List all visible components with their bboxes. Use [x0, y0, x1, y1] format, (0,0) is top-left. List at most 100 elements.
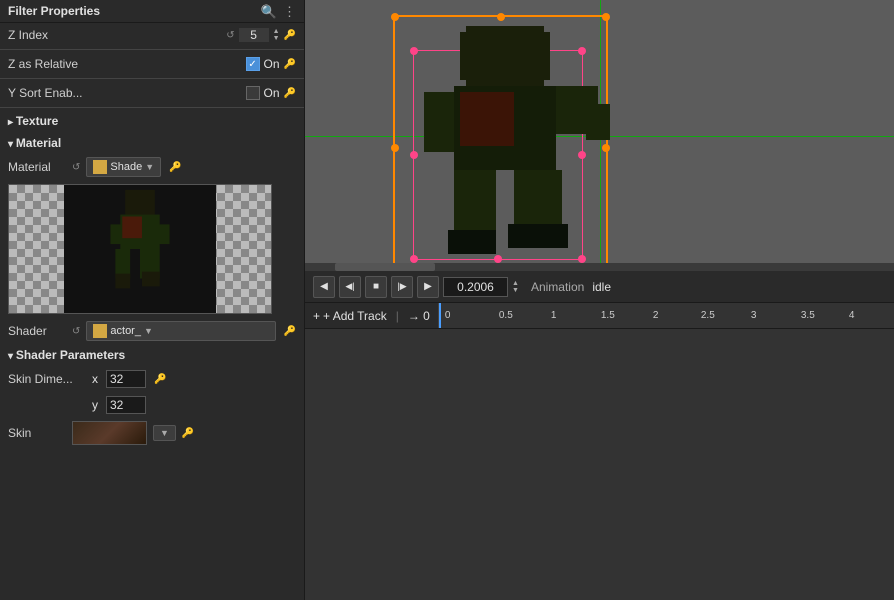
panel-header: Filter Properties 🔍 ⋮ [0, 0, 304, 23]
ruler-2-5: 2.5 [701, 310, 715, 321]
skin-key-icon[interactable]: 🔑 [182, 428, 194, 439]
shader-dropdown[interactable]: actor_ ▼ [86, 321, 275, 341]
time-up-icon[interactable]: ▲ [512, 280, 519, 287]
material-section-header[interactable]: Material [0, 132, 304, 154]
texture-label: Texture [16, 114, 58, 128]
z-index-reset-icon[interactable]: ↺ [226, 30, 234, 41]
shader-reset-icon[interactable]: ↺ [72, 326, 80, 337]
skin-dim-key-icon[interactable]: 🔑 [154, 374, 166, 385]
separator-3 [0, 107, 304, 108]
viewport-scrollbar[interactable] [305, 263, 894, 271]
skin-dim-x-input: x [92, 370, 146, 388]
anim-controls-bar: ◀ ◀| ■ |▶ ▶ ▲ ▼ Animation idle [305, 271, 894, 303]
play-button[interactable]: ▶ [417, 276, 439, 298]
viewport-canvas[interactable] [305, 0, 894, 271]
ruler-1-5: 1.5 [601, 310, 615, 321]
material-label: Material [16, 136, 61, 150]
z-index-up-icon[interactable]: ▲ [273, 28, 280, 35]
y-sort-enable-key-icon[interactable]: 🔑 [284, 88, 296, 99]
separator-1 [0, 49, 304, 50]
shader-params-label: Shader Parameters [16, 348, 125, 362]
shader-row: Shader ↺ actor_ ▼ 🔑 [0, 318, 304, 344]
z-index-input[interactable] [239, 28, 269, 42]
z-as-relative-label: Z as Relative [8, 57, 246, 71]
add-track-button[interactable]: + + Add Track | → 0 [305, 303, 439, 328]
material-shader-icon [93, 160, 107, 174]
time-input[interactable] [443, 277, 508, 297]
z-as-relative-value: ✓ On 🔑 [246, 57, 296, 71]
shader-dropdown-arrow-icon: ▼ [144, 326, 153, 336]
z-as-relative-on-text: On [264, 57, 280, 71]
animation-name: idle [592, 280, 611, 294]
prev-frame-button[interactable]: ◀| [339, 276, 361, 298]
z-index-label: Z Index [8, 28, 226, 42]
skin-dimensions-row-y: y [0, 392, 304, 418]
material-key-icon[interactable]: 🔑 [169, 162, 181, 173]
z-as-relative-key-icon[interactable]: 🔑 [284, 59, 296, 70]
cb-unchecked-icon[interactable] [246, 86, 260, 100]
texture-center [64, 185, 216, 313]
ruler-4: 4 [849, 310, 855, 321]
plus-icon: + [313, 309, 320, 323]
ruler-2: 2 [653, 310, 659, 321]
separator-2 [0, 78, 304, 79]
handle-tl[interactable] [391, 13, 399, 21]
time-down-icon[interactable]: ▼ [512, 287, 519, 294]
z-index-spinners: ▲ ▼ [273, 28, 280, 42]
timeline-start-label: → 0 [408, 309, 430, 323]
y-sort-enable-row: Y Sort Enab... On 🔑 [0, 81, 304, 105]
skin-dim-y-field[interactable] [106, 396, 146, 414]
y-sort-enable-value: On 🔑 [246, 86, 296, 100]
skin-preview [72, 421, 147, 445]
track-separator: | [396, 309, 399, 323]
cb-checked-icon[interactable]: ✓ [246, 57, 260, 71]
settings-icon[interactable]: ⋮ [283, 5, 296, 18]
ruler-3-5: 3.5 [801, 310, 815, 321]
panel-title: Filter Properties [8, 4, 100, 18]
search-icon[interactable]: 🔍 [261, 5, 277, 18]
viewport: ◀ ◀| ■ |▶ ▶ ▲ ▼ Animation idle + + Add T… [305, 0, 894, 600]
texture-preview [8, 184, 272, 314]
ruler-0-5: 0.5 [499, 310, 513, 321]
skin-dim-label: Skin Dime... [8, 372, 88, 386]
z-as-relative-checkbox[interactable]: ✓ On [246, 57, 280, 71]
material-row: Material ↺ Shade ▼ 🔑 [0, 154, 304, 180]
character-preview-svg [64, 185, 216, 313]
skin-preview-img [73, 422, 146, 444]
shader-name: actor_ [110, 325, 141, 337]
texture-section-header[interactable]: Texture [0, 110, 304, 132]
handle-ml[interactable] [391, 144, 399, 152]
z-index-value: ↺ ▲ ▼ 🔑 [226, 28, 296, 42]
skin-dim-x-field[interactable] [106, 370, 146, 388]
timeline-header: + + Add Track | → 0 0 0.5 1 1.5 2 2. [305, 303, 894, 329]
skin-dropdown[interactable]: ▼ [153, 425, 176, 441]
material-dropdown[interactable]: Shade ▼ [86, 157, 161, 177]
z-index-row: Z Index ↺ ▲ ▼ 🔑 [0, 23, 304, 47]
x-axis-label: x [92, 372, 102, 386]
material-shader-name: Shade [110, 161, 142, 173]
animation-label: Animation [531, 280, 584, 294]
z-index-key-icon[interactable]: 🔑 [284, 30, 296, 41]
y-sort-enable-checkbox[interactable]: On [246, 86, 280, 100]
material-reset-icon[interactable]: ↺ [72, 162, 80, 173]
timeline-ruler: 0 0.5 1 1.5 2 2.5 3 3.5 4 [439, 303, 894, 328]
skin-dim-y-input: y [92, 396, 146, 414]
shader-key-icon[interactable]: 🔑 [284, 326, 296, 337]
shader-params-header[interactable]: Shader Parameters [0, 344, 304, 366]
y-sort-enable-label: Y Sort Enab... [8, 86, 246, 100]
z-as-relative-row: Z as Relative ✓ On 🔑 [0, 52, 304, 76]
prev-button[interactable]: ◀ [313, 276, 335, 298]
viewport-scrollbar-thumb[interactable] [335, 263, 435, 271]
panel-header-icons: 🔍 ⋮ [261, 5, 296, 18]
next-frame-button[interactable]: |▶ [391, 276, 413, 298]
material-dropdown-arrow-icon: ▼ [145, 162, 154, 172]
y-axis-label: y [92, 398, 102, 412]
ruler-0: 0 [445, 310, 451, 321]
skin-dropdown-arrow-icon: ▼ [160, 428, 169, 438]
shader-file-icon [93, 324, 107, 338]
z-index-down-icon[interactable]: ▼ [273, 35, 280, 42]
add-track-label: + Add Track [323, 309, 387, 323]
stop-button[interactable]: ■ [365, 276, 387, 298]
timeline-tracks [305, 329, 894, 600]
skin-label: Skin [8, 426, 68, 440]
